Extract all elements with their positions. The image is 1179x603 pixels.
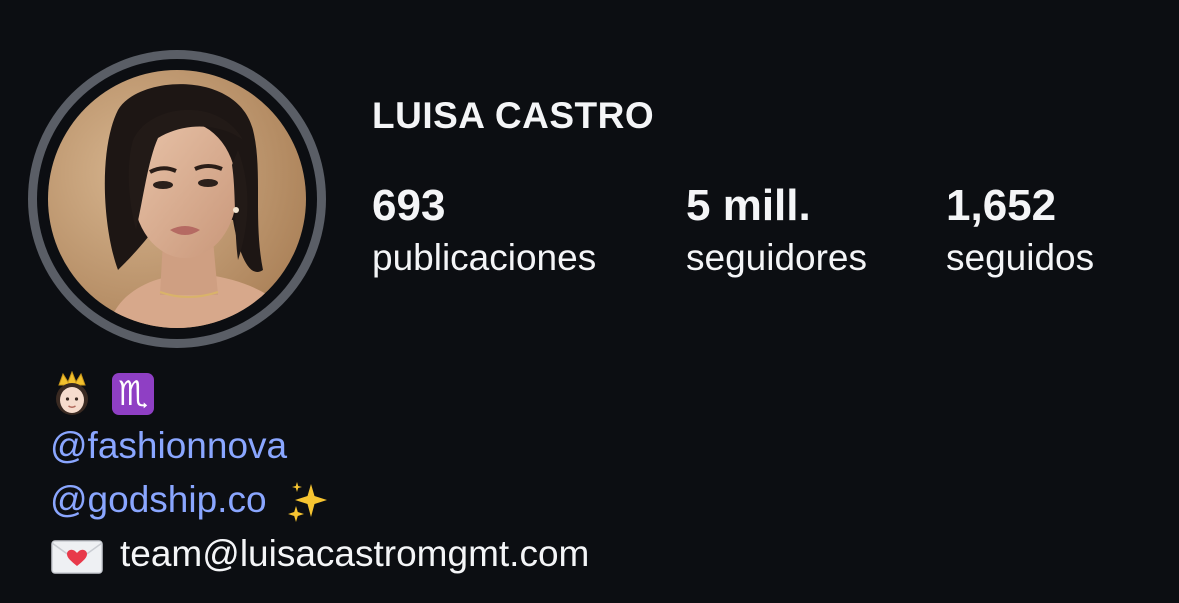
bio-emoji-line: ♏	[50, 365, 589, 419]
following-count[interactable]: 1,652 seguidos	[946, 180, 1094, 284]
posts-count-label: publicaciones	[372, 237, 597, 278]
story-ring[interactable]	[28, 50, 326, 348]
sparkles-emoji-icon	[287, 480, 331, 524]
scorpio-sign-icon: ♏	[112, 373, 155, 416]
profile-name: LUISA CASTRO	[372, 95, 655, 136]
following-count-value: 1,652	[946, 181, 1057, 230]
princess-emoji-icon	[50, 371, 94, 417]
followers-count-label: seguidores	[686, 237, 868, 278]
posts-count[interactable]: 693 publicaciones	[372, 180, 596, 284]
posts-count-value: 693	[372, 181, 446, 230]
avatar[interactable]	[48, 70, 306, 328]
email-link[interactable]: team@luisacastromgmt.com	[120, 533, 589, 574]
profile-header: LUISA CASTRO 693 publicaciones 5 mill. s…	[0, 0, 1179, 603]
bio: ♏ @fashionnova @godship.co team@luisacas…	[50, 365, 589, 581]
mention-link-godship[interactable]: @godship.co	[50, 479, 267, 520]
mention-link-fashionnova[interactable]: @fashionnova	[50, 425, 287, 466]
followers-count[interactable]: 5 mill. seguidores	[686, 180, 867, 284]
followers-count-value: 5 mill.	[686, 181, 811, 230]
love-letter-emoji-icon	[50, 536, 104, 576]
avatar-photo	[48, 70, 306, 328]
following-count-label: seguidos	[946, 237, 1095, 278]
